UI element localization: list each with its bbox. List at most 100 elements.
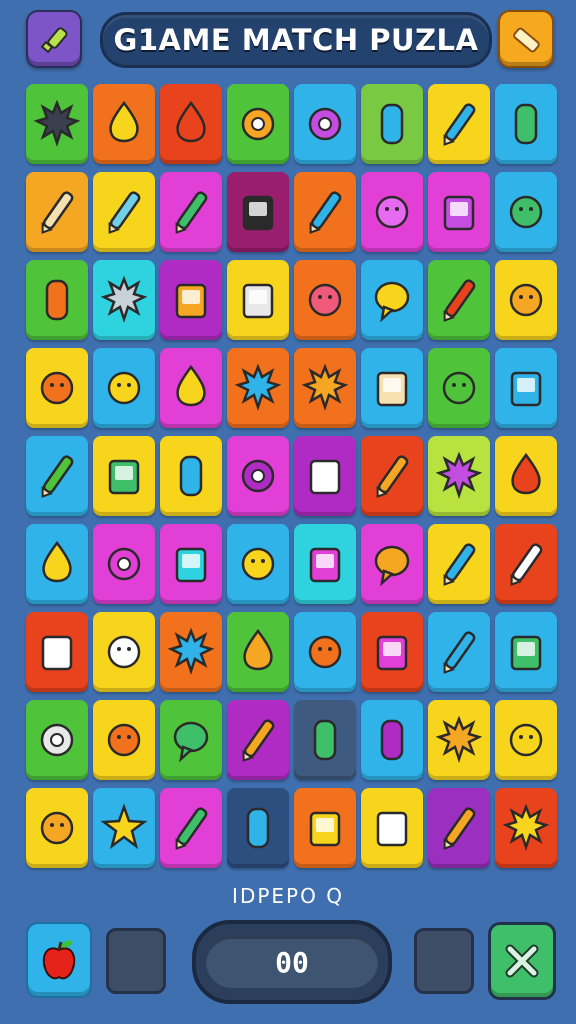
pencil-icon: [309, 191, 342, 234]
tile[interactable]: [227, 524, 289, 604]
tile[interactable]: [294, 524, 356, 604]
tile[interactable]: [495, 348, 557, 428]
virus-icon: [167, 627, 215, 675]
tile[interactable]: [428, 436, 490, 516]
tile[interactable]: [160, 84, 222, 164]
tile[interactable]: [361, 172, 423, 252]
tile[interactable]: [227, 260, 289, 340]
tile[interactable]: [294, 700, 356, 780]
tile[interactable]: [428, 260, 490, 340]
tile[interactable]: [160, 524, 222, 604]
tile[interactable]: [227, 788, 289, 868]
tile[interactable]: [495, 524, 557, 604]
game-title: G1AME MATCH PUZLA: [113, 23, 479, 57]
tile[interactable]: [93, 612, 155, 692]
speech-icon: [173, 721, 209, 763]
tile[interactable]: [93, 788, 155, 868]
close-button[interactable]: [488, 922, 556, 1000]
tile[interactable]: [26, 260, 88, 340]
tile[interactable]: [227, 172, 289, 252]
tile[interactable]: [294, 436, 356, 516]
tile[interactable]: [361, 260, 423, 340]
tile[interactable]: [294, 612, 356, 692]
letter-r-icon: [107, 547, 141, 581]
card-icon: [309, 547, 341, 583]
key-button[interactable]: [26, 10, 82, 68]
tile[interactable]: [26, 172, 88, 252]
gear-icon: [502, 803, 550, 851]
tile[interactable]: [495, 612, 557, 692]
tile[interactable]: [93, 260, 155, 340]
tile[interactable]: [361, 524, 423, 604]
empty-slot-right[interactable]: [414, 928, 474, 994]
tile[interactable]: [495, 260, 557, 340]
tile[interactable]: [428, 788, 490, 868]
eraser-button[interactable]: [498, 10, 554, 68]
drop-icon: [176, 100, 206, 143]
lemon-icon: [109, 100, 139, 143]
tile[interactable]: [428, 348, 490, 428]
splat-icon: [435, 451, 483, 499]
tile[interactable]: [227, 612, 289, 692]
tile[interactable]: [495, 436, 557, 516]
tile[interactable]: [26, 700, 88, 780]
top-bar: G1AME MATCH PUZLA: [0, 0, 576, 76]
tile[interactable]: [361, 84, 423, 164]
tile[interactable]: [26, 524, 88, 604]
tile[interactable]: [294, 348, 356, 428]
tile[interactable]: [93, 436, 155, 516]
capsule-icon: [443, 103, 476, 146]
alien-icon: [442, 371, 476, 405]
tile[interactable]: [160, 612, 222, 692]
tile[interactable]: [26, 84, 88, 164]
tile[interactable]: [93, 700, 155, 780]
tile[interactable]: [428, 612, 490, 692]
tile[interactable]: [227, 700, 289, 780]
tile[interactable]: [160, 172, 222, 252]
bow-icon: [374, 545, 410, 587]
tile[interactable]: [227, 84, 289, 164]
tile[interactable]: [294, 84, 356, 164]
tile[interactable]: [160, 788, 222, 868]
tile[interactable]: [495, 84, 557, 164]
tile[interactable]: [160, 700, 222, 780]
tile[interactable]: [294, 260, 356, 340]
tile[interactable]: [93, 524, 155, 604]
tile[interactable]: [428, 84, 490, 164]
tile[interactable]: [294, 172, 356, 252]
pencil-icon: [443, 631, 476, 674]
phone-icon: [242, 195, 274, 231]
tile[interactable]: [428, 524, 490, 604]
tile[interactable]: [428, 172, 490, 252]
tile[interactable]: [361, 788, 423, 868]
tile[interactable]: [93, 84, 155, 164]
score-value: 00: [275, 945, 309, 979]
tile[interactable]: [495, 788, 557, 868]
tile[interactable]: [93, 348, 155, 428]
tile[interactable]: [428, 700, 490, 780]
tile[interactable]: [361, 436, 423, 516]
tile[interactable]: [361, 348, 423, 428]
tile[interactable]: [294, 788, 356, 868]
tile[interactable]: [26, 348, 88, 428]
tile[interactable]: [26, 612, 88, 692]
tile[interactable]: [361, 612, 423, 692]
tile[interactable]: [26, 788, 88, 868]
melon-icon: [509, 195, 543, 229]
marker-icon: [175, 191, 208, 234]
scissors-icon: [41, 191, 74, 234]
tile[interactable]: [160, 436, 222, 516]
tile[interactable]: [26, 436, 88, 516]
apple-icon: [42, 940, 76, 980]
tile[interactable]: [93, 172, 155, 252]
tile[interactable]: [361, 700, 423, 780]
tile[interactable]: [495, 700, 557, 780]
empty-slot-left[interactable]: [106, 928, 166, 994]
tile[interactable]: [227, 348, 289, 428]
tile[interactable]: [160, 348, 222, 428]
tile[interactable]: [495, 172, 557, 252]
house-icon: [376, 371, 408, 407]
apple-booster-button[interactable]: [26, 922, 92, 998]
tile[interactable]: [227, 436, 289, 516]
tile[interactable]: [160, 260, 222, 340]
